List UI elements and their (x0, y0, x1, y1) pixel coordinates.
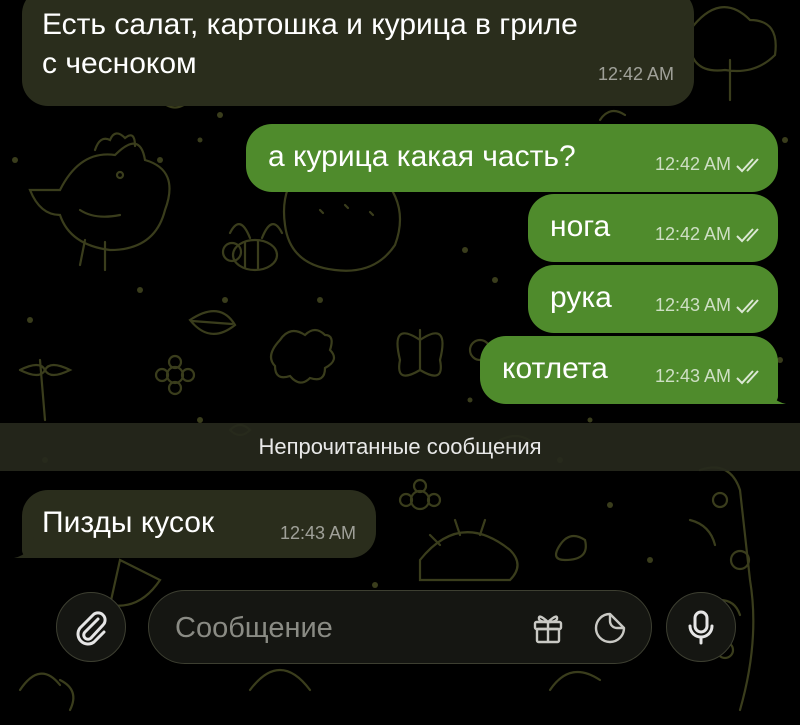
unread-messages-divider: Непрочитанные сообщения (0, 423, 800, 471)
message-meta: 12:42 AM (655, 224, 764, 245)
message-time: 12:42 AM (597, 64, 674, 84)
message-time: 12:42 AM (654, 154, 731, 174)
read-checkmarks-icon (736, 298, 759, 313)
message-text: с чесноком (42, 47, 197, 80)
microphone-icon (688, 610, 714, 645)
message-input-field[interactable] (148, 590, 652, 665)
voice-message-button[interactable] (666, 592, 736, 662)
bubble-tail (14, 536, 34, 558)
message-meta: 12:42 AM (655, 154, 764, 175)
gift-icon[interactable] (531, 611, 565, 645)
message-text: Пизды кусок (42, 506, 215, 539)
message-text: рука (550, 281, 612, 314)
read-checkmarks-icon (736, 227, 759, 242)
message-meta: 12:43 AM (655, 366, 764, 387)
message-bubble-outgoing[interactable]: рука 12:43 AM (528, 265, 778, 333)
message-bubble-incoming[interactable]: Пизды кусок 12:43 AM (14, 490, 376, 558)
message-bubble-outgoing[interactable]: а курица какая часть? 12:42 AM (246, 124, 778, 192)
attach-button[interactable] (56, 592, 126, 662)
bubble-tail (766, 382, 786, 404)
message-input[interactable] (173, 591, 507, 665)
message-bubble-outgoing[interactable]: нога 12:42 AM (528, 194, 778, 262)
message-text: а курица какая часть? (268, 140, 576, 173)
message-bubble-incoming[interactable]: Есть салат, картошка и курица в гриле с … (22, 0, 694, 106)
read-checkmarks-icon (736, 157, 759, 172)
message-text: Есть салат, картошка и курица в гриле (42, 8, 578, 41)
message-text: нога (550, 210, 611, 243)
message-time: 12:43 AM (654, 295, 731, 315)
message-text: котлета (502, 352, 608, 385)
paperclip-icon (76, 611, 107, 646)
sticker-icon[interactable] (593, 611, 627, 645)
message-meta: 12:43 AM (655, 295, 764, 316)
message-bubble-outgoing[interactable]: котлета 12:43 AM (480, 336, 786, 404)
message-time: 12:43 AM (654, 366, 731, 386)
message-time: 12:43 AM (279, 523, 356, 543)
read-checkmarks-icon (736, 369, 759, 384)
message-time: 12:42 AM (654, 224, 731, 244)
